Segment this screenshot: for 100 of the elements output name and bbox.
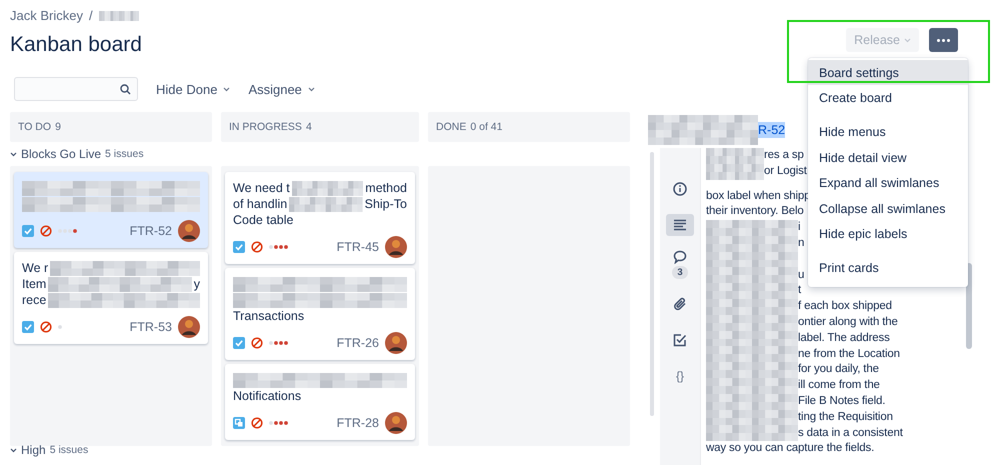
description-text: ill come from the	[798, 378, 880, 394]
side-tab[interactable]: {}	[666, 365, 694, 387]
issue-key[interactable]: FTR-52	[130, 224, 172, 238]
card-summary: Code table	[233, 212, 294, 228]
swimlane-title[interactable]: Blocks Go Live	[21, 147, 102, 161]
menu-item[interactable]: Collapse all swimlanes	[808, 196, 968, 222]
issue-count: 5 issues	[105, 147, 144, 161]
blocked-icon	[251, 337, 263, 349]
issue-key[interactable]: FTR-28	[336, 416, 379, 430]
issue-key[interactable]: FTR-26	[336, 336, 379, 350]
issue-card[interactable]: FTR-52	[14, 172, 208, 248]
issue-count: 5 issues	[50, 443, 88, 457]
issue-card[interactable]: Transactions FTR-26	[225, 268, 415, 360]
description-text: or Logist	[764, 164, 807, 179]
redacted-block	[292, 180, 364, 196]
card-summary: of handlin	[233, 196, 288, 212]
blocked-icon	[251, 417, 263, 429]
more-button[interactable]	[929, 28, 958, 52]
card-summary: Item	[22, 276, 46, 292]
card-summary: We need t	[233, 180, 290, 196]
description-text: way so you can capture the fields.	[706, 441, 874, 456]
menu-item[interactable]: Hide menus	[808, 120, 968, 146]
column-name: IN PROGRESS	[229, 121, 302, 133]
task-icon	[233, 241, 245, 253]
chevron-down-icon	[904, 38, 911, 42]
blocked-icon	[251, 241, 263, 253]
chevron-down-icon	[10, 448, 17, 452]
card-summary: Transactions	[233, 308, 304, 324]
chevron-down-icon	[223, 86, 230, 92]
subtask-icon	[233, 417, 245, 429]
card-summary: method	[365, 180, 407, 196]
menu-item[interactable]: Hide detail view	[808, 145, 968, 171]
swimlane-title[interactable]: High	[21, 443, 46, 457]
column-count: 4	[306, 121, 312, 133]
side-tab[interactable]: 3	[666, 250, 694, 279]
info-icon[interactable]	[673, 182, 687, 196]
code-icon[interactable]: {}	[676, 369, 684, 383]
avatar-icon	[385, 236, 407, 258]
priority-icon	[269, 421, 289, 425]
search-icon	[120, 84, 131, 94]
description-text: label. The address	[798, 330, 890, 346]
description-text: f each box shipped	[798, 299, 892, 314]
column-name: DONE	[436, 121, 466, 133]
description-text: their inventory. Belo	[706, 204, 804, 220]
column-count: 0 of 41	[470, 121, 502, 133]
scrollbar[interactable]	[966, 263, 972, 349]
filter-dropdown[interactable]: Hide Done	[156, 82, 230, 96]
column-name: TO DO	[18, 121, 52, 133]
card-summary: rece	[22, 292, 46, 308]
filter-dropdown[interactable]: Assignee	[248, 82, 315, 96]
menu-item[interactable]: Hide epic labels	[808, 221, 968, 247]
card-summary: Ship-To	[364, 196, 407, 212]
menu-item[interactable]: Expand all swimlanes	[808, 170, 968, 196]
menu-item[interactable]: Board settings	[808, 60, 968, 86]
comment-icon[interactable]	[673, 250, 687, 264]
more-icon	[937, 38, 950, 42]
column-count: 9	[55, 121, 61, 133]
issue-key[interactable]: FTR-53	[130, 320, 172, 334]
paperclip-icon[interactable]	[673, 297, 687, 311]
issue-card[interactable]: We need t method of handlin Ship-To Code table FTR-45	[225, 172, 415, 264]
task-icon	[22, 225, 34, 237]
page-title: Kanban board	[10, 33, 142, 57]
description-text: ontier along with the	[798, 314, 898, 330]
task-icon	[233, 337, 245, 349]
issue-key[interactable]: R-52	[758, 122, 786, 138]
priority-icon	[269, 341, 289, 345]
checklist-icon[interactable]	[673, 333, 687, 347]
issue-card[interactable]: We r Item y rece FTR-53	[14, 252, 208, 344]
menu-item[interactable]: Print cards	[808, 256, 968, 282]
avatar-icon	[385, 412, 407, 434]
comment-count: 3	[672, 266, 688, 279]
redacted-block	[98, 10, 139, 20]
card-summary: Notifications	[233, 388, 302, 404]
card-summary: We r	[22, 260, 48, 276]
description-text: File B Notes field.	[798, 394, 886, 409]
description-icon[interactable]	[673, 219, 687, 231]
chevron-down-icon	[308, 86, 315, 92]
description-text: for you daily, the	[798, 362, 879, 378]
side-tab[interactable]	[666, 214, 694, 236]
avatar-icon	[178, 220, 200, 242]
search-field[interactable]	[14, 77, 138, 101]
description-text: ne from the Location	[798, 346, 900, 362]
breadcrumb-link[interactable]: Jack Brickey	[10, 8, 83, 23]
avatar-icon	[178, 316, 200, 338]
chevron-down-icon	[10, 152, 17, 156]
priority-icon	[269, 245, 289, 249]
menu-item[interactable]: Create board	[808, 85, 968, 111]
description-text: i	[798, 220, 800, 236]
blocked-icon	[40, 225, 52, 237]
description-text: t	[798, 283, 802, 298]
blocked-icon	[40, 321, 52, 333]
breadcrumb-separator: /	[88, 8, 93, 23]
card-summary: y	[194, 276, 200, 292]
redacted-block	[706, 148, 764, 164]
description-text: ting the Requisition	[798, 410, 893, 425]
issue-card[interactable]: Notifications FTR-28	[225, 364, 415, 440]
issue-key[interactable]: FTR-45	[336, 240, 379, 254]
description-text: s data in a consistent	[798, 426, 903, 441]
description-text: n	[798, 236, 804, 251]
task-icon	[22, 321, 34, 333]
